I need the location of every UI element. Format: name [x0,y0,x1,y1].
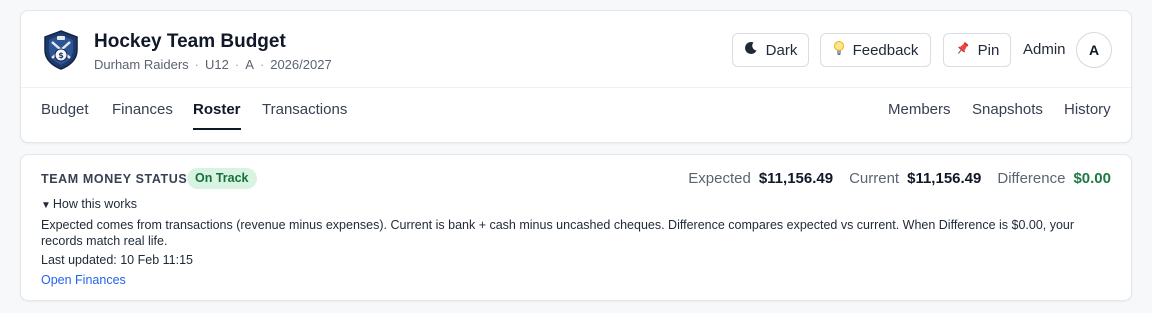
user-role: Admin [1023,41,1066,58]
status-badge: On Track [187,168,257,189]
current-value: $11,156.49 [907,170,982,187]
avatar[interactable]: A [1076,32,1112,68]
tab-snapshots[interactable]: Snapshots [972,101,1043,118]
pushpin-icon [955,41,970,60]
tab-budget[interactable]: Budget [41,101,89,118]
dark-mode-label: Dark [765,41,798,59]
difference-label: Difference [997,170,1066,187]
moon-icon [744,41,758,59]
difference-value: $0.00 [1073,170,1111,187]
how-this-works-toggle[interactable]: ▼ How this works [41,197,137,211]
explanation-text: Expected comes from transactions (revenu… [41,218,1075,248]
tab-roster[interactable]: Roster [193,101,241,130]
header-top: $ Hockey Team Budget Durham Raiders · U12 ·… [21,11,1131,88]
tier: A [245,57,254,72]
team-name: Durham Raiders [94,57,189,72]
lightbulb-icon [833,40,845,60]
feedback-button[interactable]: Feedback [820,33,931,67]
triangle-down-icon: ▼ [41,200,51,211]
how-this-works-label: How this works [52,197,137,211]
separator: · [259,57,265,72]
division: U12 [205,57,229,72]
last-updated: Last updated: 10 Feb 11:15 [41,253,193,267]
page-title: Hockey Team Budget [94,31,286,52]
dark-mode-button[interactable]: Dark [732,33,809,67]
separator: · [234,57,240,72]
team-subtitle: Durham Raiders · U12 · A · 2026/2027 [94,57,332,72]
tab-members[interactable]: Members [888,101,951,118]
expected-value: $11,156.49 [758,170,834,187]
money-status-card: TEAM MONEY STATUS On Track Expected $11,… [20,154,1132,301]
tab-history[interactable]: History [1064,101,1111,118]
tab-finances[interactable]: Finances [112,101,173,118]
status-metrics: Expected $11,156.49 Current $11,156.49 D… [688,170,1111,187]
feedback-label: Feedback [852,41,919,59]
pin-label: Pin [977,41,1000,59]
separator: · [194,57,199,72]
header-card: $ Hockey Team Budget Durham Raiders · U12 ·… [20,10,1132,143]
status-label: TEAM MONEY STATUS [41,172,188,186]
team-logo-icon: $ [43,30,79,70]
expected-label: Expected [688,170,751,187]
tab-transactions[interactable]: Transactions [262,101,347,118]
svg-text:$: $ [58,51,64,60]
season: 2026/2027 [270,57,332,72]
open-finances-link[interactable]: Open Finances [41,273,126,287]
current-label: Current [849,170,900,187]
pin-button[interactable]: Pin [943,33,1011,67]
